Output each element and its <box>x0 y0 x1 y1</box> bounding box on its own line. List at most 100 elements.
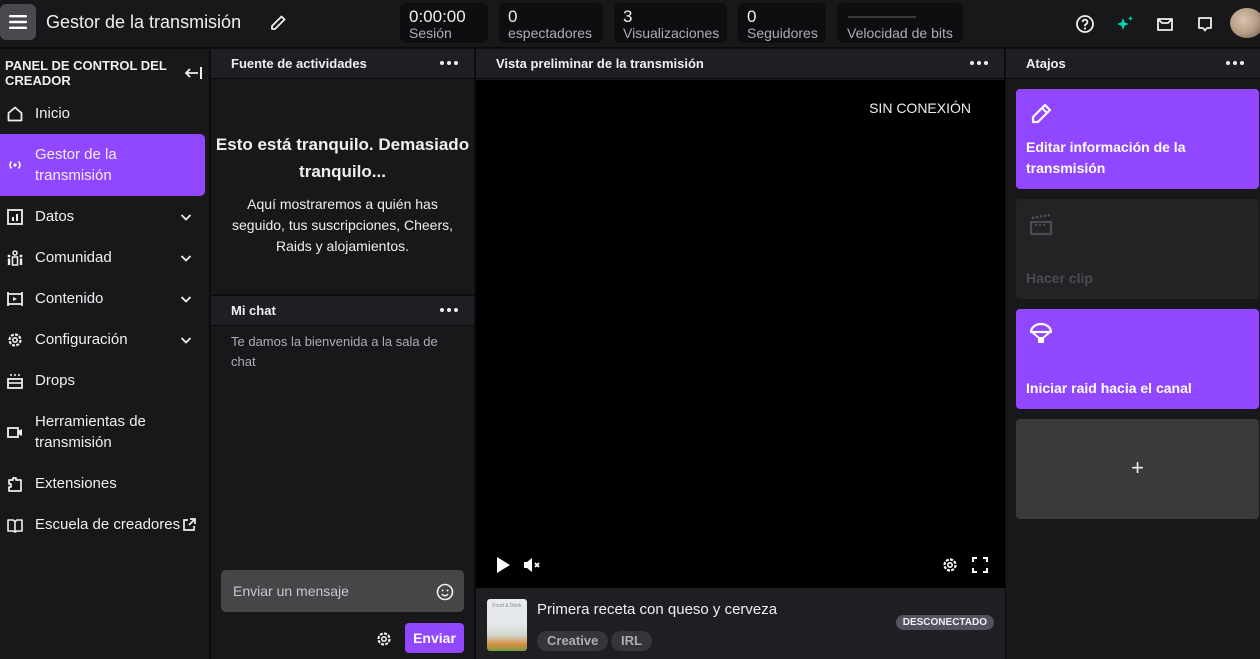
stat-views: 3 Visualizaciones <box>614 3 727 43</box>
stat-label: Seguidores <box>747 25 818 41</box>
sidebar-item-stream-manager[interactable]: Gestor de la transmisión <box>0 134 205 196</box>
chat-settings-icon[interactable] <box>375 630 393 648</box>
chevron-down-icon <box>180 336 192 344</box>
help-icon <box>1076 15 1094 33</box>
emoji-icon[interactable] <box>436 583 454 601</box>
stat-value: 0 <box>508 7 518 26</box>
sidebar-item-broadcast-tools[interactable]: Herramientas de transmisión <box>0 401 205 463</box>
whispers-button[interactable] <box>1194 13 1216 35</box>
more-options-button[interactable] <box>1226 56 1244 70</box>
video-player[interactable]: SIN CONEXIÓN <box>476 80 1005 588</box>
dot <box>1240 61 1244 65</box>
tag-irl[interactable]: IRL <box>611 631 652 651</box>
panel-title: Atajos <box>1026 56 1066 71</box>
sidebar-item-creator-camp[interactable]: Escuela de creadores <box>0 504 205 545</box>
camera-icon <box>5 422 25 442</box>
chat-welcome-message: Te damos la bienvenida a la sala de chat <box>231 334 438 369</box>
chat-panel: Mi chat Te damos la bienvenida a la sala… <box>211 295 474 659</box>
send-button[interactable]: Enviar <box>405 623 464 653</box>
panel-header: Mi chat <box>211 296 474 326</box>
sidebar-item-contenido[interactable]: Contenido <box>0 278 205 319</box>
panel-title: Vista preliminar de la transmisión <box>496 56 704 71</box>
category-thumbnail[interactable]: Food & Drink <box>487 599 527 651</box>
clapperboard-icon <box>1029 213 1053 236</box>
empty-state-body: Aquí mostraremos a quién has seguido, tu… <box>232 196 453 254</box>
sidebar: PANEL DE CONTROL DEL CREADOR Inicio Gest… <box>0 49 210 659</box>
collapse-sidebar-button[interactable] <box>184 65 204 81</box>
stat-followers: 0 Seguidores <box>738 3 826 43</box>
sidebar-item-label: Datos <box>35 208 75 225</box>
sidebar-item-label: Inicio <box>35 105 71 122</box>
sidebar-item-comunidad[interactable]: Comunidad <box>0 237 205 278</box>
panel-header: Atajos <box>1006 49 1260 79</box>
plus-icon: + <box>1131 455 1144 480</box>
panel-title: Fuente de actividades <box>231 56 367 71</box>
play-icon <box>497 557 510 573</box>
stat-viewers: 0 espectadores <box>499 3 603 43</box>
analytics-icon <box>5 207 25 227</box>
stat-label: Sesión <box>409 25 452 41</box>
shortcut-start-raid[interactable]: Iniciar raid hacia el canal <box>1016 309 1259 409</box>
sidebar-item-extensiones[interactable]: Extensiones <box>0 463 205 504</box>
shortcut-make-clip: Hacer clip <box>1016 199 1259 299</box>
stat-session: 0:00:00 Sesión <box>400 3 488 43</box>
sidebar-item-configuracion[interactable]: Configuración <box>0 319 205 360</box>
chat-message-input[interactable]: Enviar un mensaje <box>221 570 464 612</box>
sidebar-item-label: Comunidad <box>35 249 112 266</box>
player-settings-button[interactable] <box>939 554 961 576</box>
sidebar-item-label: Drops <box>35 372 76 389</box>
dot <box>1233 61 1237 65</box>
external-link-icon <box>183 517 196 531</box>
collapse-icon <box>184 67 202 79</box>
top-bar: Gestor de la transmisión 0:00:00 Sesión … <box>0 0 1260 48</box>
inbox-button[interactable] <box>1154 13 1176 35</box>
sidebar-nav: Inicio Gestor de la transmisión Datos Co… <box>0 93 210 545</box>
stat-value: 0 <box>747 7 757 26</box>
home-icon <box>5 104 25 124</box>
sidebar-title: PANEL DE CONTROL DEL CREADOR <box>5 58 167 88</box>
inbox-icon <box>1157 18 1173 31</box>
stat-value: 3 <box>623 7 633 26</box>
stat-label: Velocidad de bits <box>847 25 953 41</box>
add-shortcut-button[interactable]: + <box>1016 419 1259 519</box>
shortcuts-panel: Atajos Editar información de la transmis… <box>1006 49 1260 659</box>
settings-icon <box>5 330 25 350</box>
edit-title-button[interactable] <box>268 13 288 33</box>
chevron-down-icon <box>180 295 192 303</box>
panel-title: Mi chat <box>231 303 276 318</box>
book-icon <box>5 515 25 535</box>
drops-icon <box>5 371 25 391</box>
tag-creative[interactable]: Creative <box>537 631 609 651</box>
dot <box>970 61 974 65</box>
mute-button[interactable] <box>521 554 543 576</box>
muted-volume-icon <box>524 558 540 572</box>
sidebar-item-drops[interactable]: Drops <box>0 360 205 401</box>
stat-value: 0:00:00 <box>409 7 466 26</box>
community-icon <box>5 248 25 268</box>
dot <box>454 308 458 312</box>
empty-state-title: Esto está tranquilo. Demasiado tranquilo… <box>215 135 470 181</box>
sparkle-button[interactable] <box>1114 13 1136 35</box>
panel-header: Fuente de actividades <box>211 49 474 79</box>
menu-button[interactable] <box>0 4 36 40</box>
dot <box>447 308 451 312</box>
shortcut-edit-stream-info[interactable]: Editar información de la transmisión <box>1016 89 1259 189</box>
fullscreen-button[interactable] <box>969 554 991 576</box>
sidebar-item-inicio[interactable]: Inicio <box>0 93 205 134</box>
help-button[interactable] <box>1074 13 1096 35</box>
more-options-button[interactable] <box>970 56 988 70</box>
shortcut-label: Hacer clip <box>1026 270 1093 286</box>
sidebar-item-datos[interactable]: Datos <box>0 196 205 237</box>
fullscreen-icon <box>972 557 988 573</box>
play-button[interactable] <box>492 554 514 576</box>
activity-feed-panel: Fuente de actividades Esto está tranquil… <box>211 49 474 294</box>
stat-label: espectadores <box>508 25 593 41</box>
dot <box>440 308 444 312</box>
chat-input-placeholder: Enviar un mensaje <box>233 583 349 599</box>
dot <box>440 61 444 65</box>
more-options-button[interactable] <box>440 56 458 70</box>
more-options-button[interactable] <box>440 303 458 317</box>
avatar[interactable] <box>1230 8 1260 38</box>
dot <box>1226 61 1230 65</box>
page-title: Gestor de la transmisión <box>46 12 242 32</box>
